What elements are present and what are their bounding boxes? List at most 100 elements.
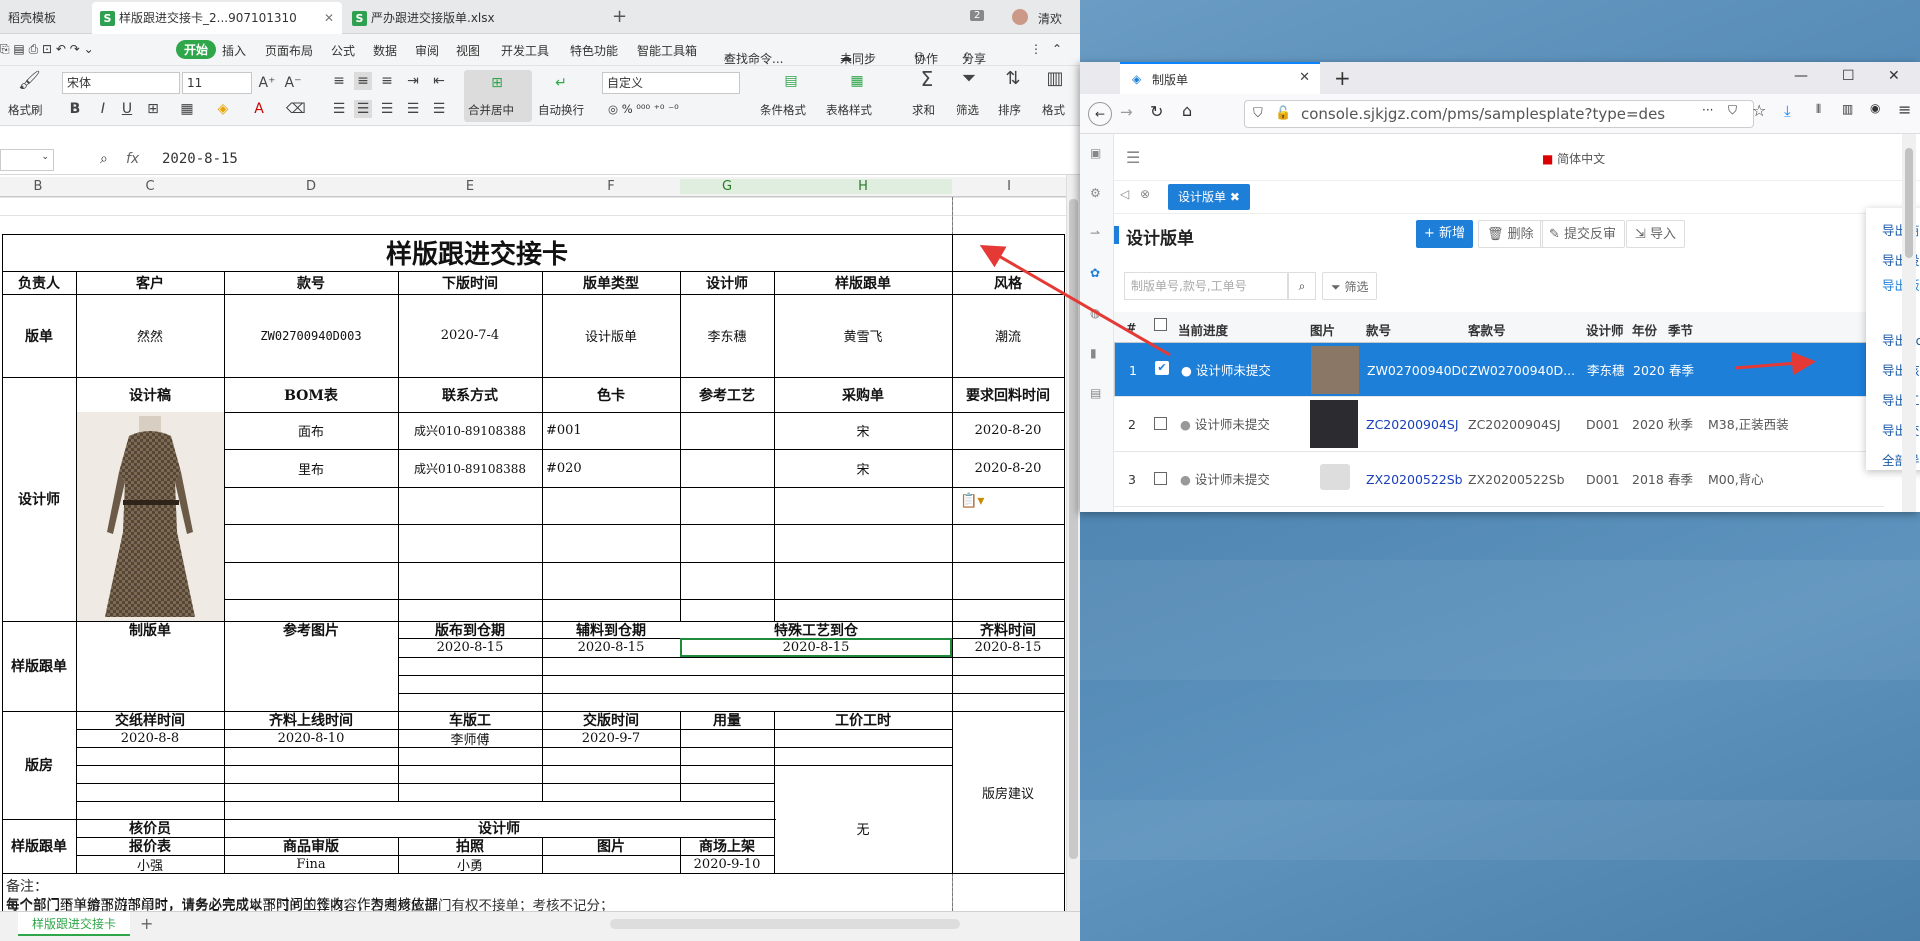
format-icon[interactable]: ▥ xyxy=(1046,70,1064,88)
table-style-icon[interactable]: ▦ xyxy=(848,72,866,90)
menu-developer[interactable]: 开发工具 xyxy=(501,42,549,59)
paste-options-icon[interactable]: 📋▾ xyxy=(960,493,984,509)
browser-scrollbar[interactable] xyxy=(1902,134,1916,512)
row-label-order[interactable]: 版单 xyxy=(2,294,76,377)
close-window-icon[interactable]: ✕ xyxy=(1888,68,1900,84)
table-row[interactable]: 3 ● 设计师未提交 ZX20200522Sb ZX20200522Sb D00… xyxy=(1114,452,1884,507)
account-icon[interactable]: ◉ xyxy=(1870,101,1880,115)
val-none[interactable]: 无 xyxy=(774,783,952,873)
val-special-arrival-selected[interactable]: 2020-8-15 xyxy=(680,638,952,657)
number-format-select[interactable]: 自定义 xyxy=(602,72,740,94)
filter-button[interactable]: ⏷ 筛选 xyxy=(1322,272,1378,300)
hdr-launch[interactable]: 商场上架 xyxy=(680,837,774,855)
format-painter-icon[interactable]: 🖌 xyxy=(18,72,41,90)
align-left-icon[interactable]: ☰ xyxy=(330,100,348,118)
hdr-photo[interactable]: 拍照 xyxy=(398,837,542,855)
room-suggestion[interactable]: 版房建议 xyxy=(952,711,1064,873)
hdr-follower[interactable]: 样版跟单 xyxy=(774,271,952,294)
underline-icon[interactable]: U xyxy=(118,100,136,118)
hdr-accessory-arrival[interactable]: 辅料到仓期 xyxy=(542,621,680,639)
align-bottom-icon[interactable]: ≡ xyxy=(378,72,396,90)
new-tab-icon[interactable]: + xyxy=(1334,66,1351,90)
col-b[interactable]: B xyxy=(0,179,76,194)
font-size-select[interactable]: 11 xyxy=(182,72,252,94)
col-d[interactable]: D xyxy=(224,179,398,194)
val-sewer[interactable]: 李师傅 xyxy=(398,729,542,748)
bookmark-star-icon[interactable]: ☆ xyxy=(1752,101,1766,120)
rail-gear-icon[interactable]: ⚙ xyxy=(1090,186,1101,200)
align-center-icon[interactable]: ☰ xyxy=(354,100,372,118)
val-order-type[interactable]: 设计版单 xyxy=(542,294,680,377)
val-quote[interactable]: 小强 xyxy=(76,855,224,874)
hdr-bom[interactable]: BOM表 xyxy=(224,377,398,412)
vertical-scrollbar[interactable] xyxy=(1066,175,1080,911)
back-icon[interactable]: ← xyxy=(1088,102,1112,126)
bom-lining-color[interactable]: #020 xyxy=(542,449,680,487)
menu-data[interactable]: 数据 xyxy=(373,42,397,59)
row-checkbox[interactable] xyxy=(1154,417,1167,430)
menu-start[interactable]: 开始 xyxy=(176,40,217,59)
minimize-icon[interactable]: — xyxy=(1794,68,1808,84)
menu-view[interactable]: 视图 xyxy=(456,42,480,59)
formula-input[interactable]: 2020-8-15 xyxy=(162,151,238,167)
val-customer[interactable]: 然然 xyxy=(76,294,224,377)
hdr-issue-date[interactable]: 下版时间 xyxy=(398,271,542,294)
val-online-time[interactable]: 2020-8-10 xyxy=(224,729,398,747)
language-switch[interactable]: ■ 简体中文 xyxy=(1542,150,1605,167)
table-row[interactable]: 2 ● 设计师未提交 ZC20200904SJ ZC20200904SJ D00… xyxy=(1114,397,1884,452)
browser-tab[interactable]: ◈ 制版单 ✕ xyxy=(1120,62,1320,94)
hdr-pricer[interactable]: 核价员 xyxy=(76,819,224,837)
indent-icon[interactable]: ⇥ xyxy=(404,72,422,90)
hdr-paper-pattern[interactable]: 交纸样时间 xyxy=(76,711,224,729)
hdr-quote[interactable]: 报价表 xyxy=(76,837,224,855)
menu-icon[interactable]: ≡ xyxy=(1898,100,1911,119)
zoom-icon[interactable]: ⌕ xyxy=(100,151,108,167)
align-right-icon[interactable]: ☰ xyxy=(378,100,396,118)
hdr-usage[interactable]: 用量 xyxy=(680,711,774,729)
bold-icon[interactable]: B xyxy=(66,100,84,118)
toolbar-icons[interactable]: ⎘ ▤ ⎙ ⊡ ↶ ↷ ⌄ xyxy=(0,42,94,57)
val-paper-pattern[interactable]: 2020-8-8 xyxy=(76,729,224,747)
hdr-owner[interactable]: 负责人 xyxy=(2,271,76,294)
hdr-ready-time[interactable]: 齐料时间 xyxy=(952,621,1064,639)
hamburger-icon[interactable]: ☰ xyxy=(1126,148,1140,167)
font-grow-icon[interactable]: A⁺ xyxy=(258,74,276,92)
menu-page-layout[interactable]: 页面布局 xyxy=(265,42,313,59)
val-style-no[interactable]: ZW02700940D003 xyxy=(224,294,398,377)
hdr-sewer[interactable]: 车版工 xyxy=(398,711,542,729)
page-tab-active[interactable]: 设计版单 ✖ xyxy=(1168,184,1250,210)
design-draft-image[interactable] xyxy=(77,412,224,621)
col-c[interactable]: C xyxy=(76,179,224,194)
hdr-style-no[interactable]: 款号 xyxy=(224,271,398,294)
clear-icon[interactable]: ⌫ xyxy=(286,100,306,118)
hdr-designer-2[interactable]: 设计师 xyxy=(224,819,774,837)
card-title[interactable]: 样版跟进交接卡 xyxy=(2,234,952,271)
more-icon[interactable]: ··· xyxy=(1702,103,1713,117)
hdr-special-arrival[interactable]: 特殊工艺到仓 xyxy=(680,621,952,639)
select-all-checkbox[interactable] xyxy=(1154,318,1167,331)
hdr-online-time[interactable]: 齐料上线时间 xyxy=(224,711,398,729)
maximize-icon[interactable]: ☐ xyxy=(1842,68,1855,84)
col-h[interactable]: H xyxy=(774,179,952,194)
col-i[interactable]: I xyxy=(952,179,1066,194)
val-issue-date[interactable]: 2020-7-4 xyxy=(398,294,542,377)
rail-report-icon[interactable]: ▤ xyxy=(1090,386,1101,400)
hdr-pattern-order[interactable]: 制版单 xyxy=(76,621,224,639)
menu-special[interactable]: 特色功能 xyxy=(570,42,618,59)
bom-lining-contact[interactable]: 成兴010-89108388 xyxy=(398,449,542,487)
border-icon[interactable]: ⊞ xyxy=(144,100,162,118)
menu-formula[interactable]: 公式 xyxy=(331,42,355,59)
row-style-link[interactable]: ZX20200522Sb xyxy=(1366,452,1466,507)
download-icon[interactable]: ⤓ xyxy=(1784,102,1791,120)
search-input[interactable]: 制版单号,款号,工单号 xyxy=(1124,272,1288,300)
val-accessory-arrival[interactable]: 2020-8-15 xyxy=(542,638,680,657)
rail-globe-icon[interactable]: ◍ xyxy=(1090,306,1100,320)
close-icon[interactable]: ✕ xyxy=(324,2,334,34)
worksheet[interactable]: 样版跟进交接卡 负责人 客户 款号 下版时间 版单类型 设计师 样版跟单 风格 … xyxy=(0,197,1066,911)
menu-insert[interactable]: 插入 xyxy=(222,42,246,59)
tab-template[interactable]: 稻壳模板 xyxy=(0,2,88,34)
remark-line-2[interactable]: 每个部门下单给下游部门时，请务必完成以下时间的签收，作为考核依据 xyxy=(6,893,438,913)
rail-chart-icon[interactable]: ▮ xyxy=(1090,346,1097,360)
bom-fabric-contact[interactable]: 成兴010-89108388 xyxy=(398,412,542,449)
import-button[interactable]: ⇲ 导入 xyxy=(1626,220,1686,248)
